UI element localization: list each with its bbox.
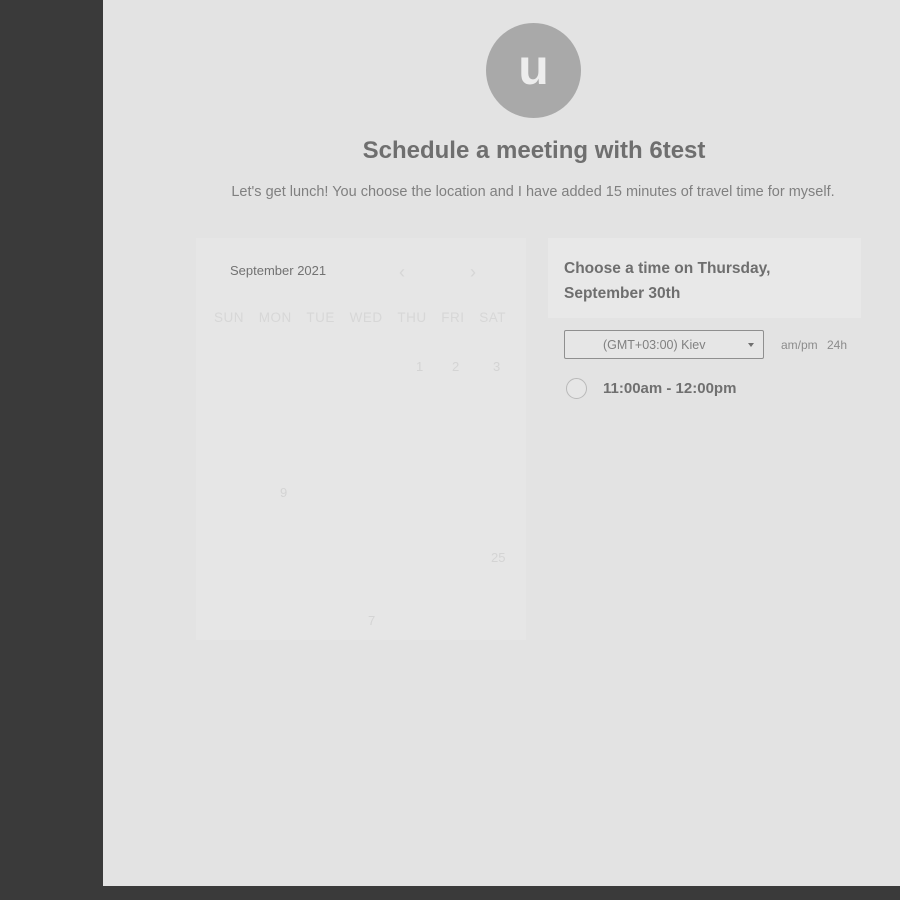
weekday-sat: SAT [479,310,506,325]
page-title: Schedule a meeting with 6test [362,137,706,164]
format-ampm-toggle[interactable]: am/pm [781,338,818,352]
caret-down-icon [748,343,754,347]
calendar-day[interactable]: 9 [280,485,287,500]
calendar-panel [196,238,526,640]
timezone-select[interactable]: (GMT+03:00) Kiev [564,330,764,359]
format-24h-toggle[interactable]: 24h [827,338,847,352]
weekday-tue: TUE [306,310,335,325]
weekday-thu: THU [397,310,427,325]
calendar-day[interactable]: 2 [452,359,459,374]
time-slot-option[interactable]: 11:00am - 12:00pm [566,378,736,399]
weekday-fri: FRI [441,310,465,325]
calendar-day[interactable]: 25 [491,550,505,565]
radio-button[interactable] [566,378,587,399]
meeting-description: Let's get lunch! You choose the location… [231,184,835,200]
weekday-sun: SUN [214,310,245,325]
timezone-value: (GMT+03:00) Kiev [603,338,706,352]
avatar-initial: u [518,38,549,95]
time-slot-label: 11:00am - 12:00pm [603,380,737,397]
calendar-day[interactable]: 7 [368,613,375,628]
avatar: u [486,23,581,118]
chevron-left-icon[interactable]: ‹ [399,262,405,283]
calendar-month-label: September 2021 [230,263,327,278]
choose-time-heading: Choose a time on Thursday, September 30t… [564,260,771,302]
weekday-mon: MON [258,310,292,325]
chevron-right-icon[interactable]: › [470,262,476,283]
calendar-weekday-row: SUN MON TUE WED THU FRI SAT [214,310,506,325]
weekday-wed: WED [349,310,383,325]
calendar-day[interactable]: 3 [493,359,500,374]
calendar-day[interactable]: 1 [416,359,423,374]
